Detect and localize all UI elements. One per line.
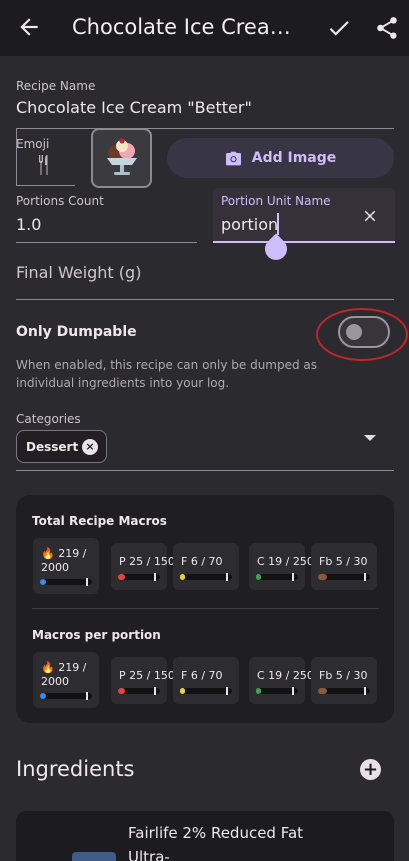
macro-target-tick <box>364 687 366 695</box>
close-icon[interactable] <box>361 207 379 225</box>
add-image-label: Add Image <box>251 150 337 166</box>
app-bar: Chocolate Ice Cream ... <box>0 0 409 56</box>
total-macros-heading: Total Recipe Macros <box>32 514 167 528</box>
macro-progress-bar <box>40 692 92 700</box>
emoji-label: Emoji <box>16 137 50 151</box>
macro-target-tick <box>226 687 228 695</box>
macro-progress-fill <box>40 579 46 585</box>
macro-progress-fill <box>40 693 46 699</box>
macro-tile-label: 🔥 219 / 2000 <box>41 661 87 688</box>
category-chip-dessert[interactable]: Dessert × <box>16 430 107 463</box>
macro-progress-bar <box>256 573 298 581</box>
macro-progress-fill <box>118 574 125 580</box>
only-dumpable-title: Only Dumpable <box>16 324 137 340</box>
add-circle-icon[interactable]: + <box>360 759 381 780</box>
macro-tile: 🔥 219 / 2000 <box>33 538 99 594</box>
macro-progress-fill <box>180 688 185 694</box>
macro-progress-fill <box>318 574 327 580</box>
ingredient-thumbnail <box>72 852 116 861</box>
macro-tile-label: C 19 / 250 <box>257 555 314 568</box>
add-image-button[interactable]: Add Image <box>167 138 394 178</box>
macro-progress-bar <box>318 687 370 695</box>
arrow-back-icon[interactable] <box>16 14 42 40</box>
macro-target-tick <box>154 573 156 581</box>
macro-progress-fill <box>256 688 261 694</box>
macro-tile-label: 🔥 219 / 2000 <box>41 547 87 574</box>
remove-chip-icon[interactable]: × <box>82 439 98 455</box>
recipe-name-label: Recipe Name <box>16 79 96 93</box>
ingredient-card[interactable]: Fairlife 2% Reduced Fat Ultra- <box>16 811 394 861</box>
portion-unit-input[interactable]: portion <box>221 215 278 234</box>
categories-label: Categories <box>16 412 81 426</box>
macro-tile: F 6 / 70 <box>173 543 239 590</box>
macro-progress-bar <box>180 573 232 581</box>
only-dumpable-help: When enabled, this recipe can only be du… <box>16 358 318 390</box>
macro-progress-fill <box>256 574 261 580</box>
macro-tile-label: P 25 / 150 <box>119 555 175 568</box>
macro-progress-bar <box>118 687 160 695</box>
portions-count-label: Portions Count <box>16 194 104 208</box>
macro-tile-label: Fb 5 / 30 <box>319 555 368 568</box>
categories-underline <box>16 470 394 471</box>
macro-tile: Fb 5 / 30 <box>311 657 377 704</box>
macro-target-tick <box>226 573 228 581</box>
macros-divider <box>32 608 379 609</box>
per-portion-macros-heading: Macros per portion <box>32 628 161 642</box>
macro-target-tick <box>86 692 88 700</box>
macros-card: Total Recipe Macros 🔥 219 / 2000 P 25 / 1… <box>16 495 394 723</box>
dropdown-arrow-icon[interactable] <box>364 435 376 441</box>
macro-tile: P 25 / 150 <box>111 657 175 704</box>
emoji-preview-button[interactable] <box>91 128 152 188</box>
macro-tile: Fb 5 / 30 <box>311 543 377 590</box>
emoji-underline <box>16 185 75 186</box>
macro-target-tick <box>292 687 294 695</box>
text-cursor <box>277 213 279 235</box>
fork-knife-icon <box>39 155 48 175</box>
macro-tile: F 6 / 70 <box>173 657 239 704</box>
category-chip-label: Dessert <box>26 439 79 454</box>
macro-progress-bar <box>118 573 160 581</box>
recipe-name-input[interactable]: Chocolate Ice Cream "Better" <box>16 98 252 117</box>
ice-cream-sundae-icon <box>106 138 137 175</box>
portions-count-input[interactable]: 1.0 <box>16 215 41 234</box>
ingredient-name: Fairlife 2% Reduced Fat Ultra- <box>128 824 304 861</box>
macro-tile: 🔥 219 / 2000 <box>33 652 99 708</box>
macro-progress-fill <box>118 688 125 694</box>
macro-progress-bar <box>256 687 298 695</box>
macro-target-tick <box>292 573 294 581</box>
macro-target-tick <box>364 573 366 581</box>
macro-tile-label: F 6 / 70 <box>181 669 223 682</box>
check-icon[interactable] <box>326 15 352 41</box>
recipe-name-underline <box>16 128 394 129</box>
page-title: Chocolate Ice Cream ... <box>72 15 308 39</box>
macro-tile-label: F 6 / 70 <box>181 555 223 568</box>
macro-tile-label: Fb 5 / 30 <box>319 669 368 682</box>
macro-progress-bar <box>180 687 232 695</box>
macro-progress-bar <box>318 573 370 581</box>
camera-icon <box>225 151 241 165</box>
macro-target-tick <box>86 578 88 586</box>
macro-progress-fill <box>180 574 185 580</box>
share-icon[interactable] <box>374 15 400 41</box>
macro-tile-label: P 25 / 150 <box>119 669 175 682</box>
final-weight-input[interactable]: Final Weight (g) <box>16 263 141 282</box>
final-weight-underline <box>16 299 394 300</box>
macro-tile: C 19 / 250 <box>249 543 314 590</box>
portion-unit-underline <box>213 241 395 243</box>
ingredients-heading: Ingredients <box>16 757 135 781</box>
macro-tile: P 25 / 150 <box>111 543 175 590</box>
macro-progress-bar <box>40 578 92 586</box>
macro-target-tick <box>154 687 156 695</box>
macro-tile: C 19 / 250 <box>249 657 314 704</box>
highlight-circle-annotation <box>316 308 408 361</box>
portion-unit-label: Portion Unit Name <box>221 194 331 208</box>
macro-tile-label: C 19 / 250 <box>257 669 314 682</box>
macro-progress-fill <box>318 688 327 694</box>
portions-count-underline <box>16 242 197 243</box>
